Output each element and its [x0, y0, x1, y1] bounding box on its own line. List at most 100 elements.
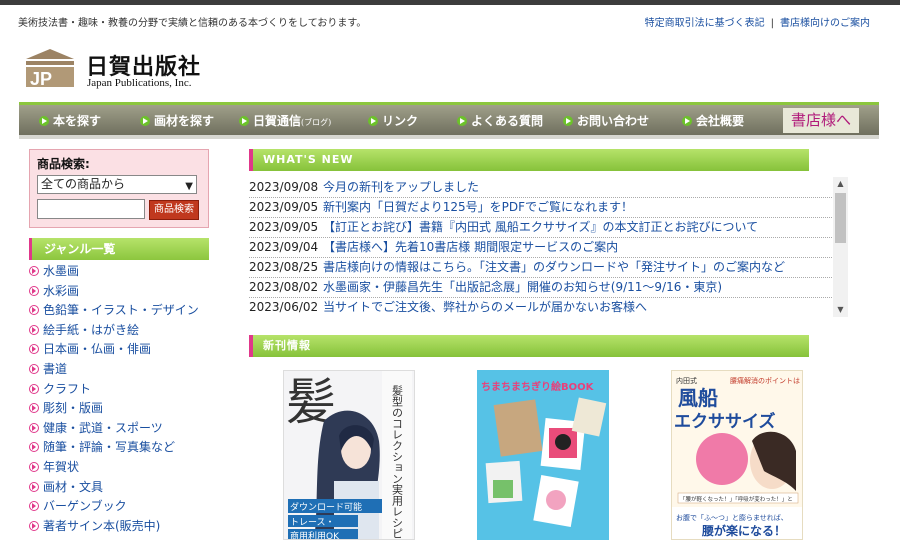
arrow-circle-icon — [29, 520, 39, 531]
book-bottom-line2: 腰が楽になる！ — [701, 523, 786, 538]
book-label: 商用利用OK — [290, 530, 340, 540]
arrow-circle-icon — [29, 285, 39, 296]
arrow-circle-icon — [457, 116, 467, 126]
news-row[interactable]: 2023/06/02 当サイトでご注文後、弊社からのメールが届かないお客様へ — [249, 297, 834, 317]
news-title[interactable]: 新刊案内「日賀だより125号」をPDFでご覧になれます！ — [323, 197, 633, 217]
book-cover-art: ちまちまちぎり絵BOOK — [481, 380, 607, 527]
book-cover-art: 内田式 腰痛解消のポイントは「舌圧」と「腹圧」 風船 エクササイズ 「腰が軽くな… — [672, 376, 803, 539]
arrow-circle-icon — [563, 116, 573, 126]
genre-item-shodo[interactable]: 書道 — [29, 360, 209, 380]
arrow-circle-icon — [29, 403, 39, 414]
news-scrollbar[interactable]: ▲ ▼ — [833, 177, 848, 317]
search-category-select[interactable]: 全ての商品から ▼ — [37, 175, 197, 194]
arrow-circle-icon — [239, 116, 249, 126]
news-date: 2023/09/04 — [249, 240, 319, 254]
chevron-down-icon: ▼ — [185, 181, 193, 192]
book-cover-hair[interactable]: 髪 髪型のコレクション実用レシピ ダウンロード可能 トレース・ 商用利用OK — [283, 370, 415, 540]
arrow-circle-icon — [29, 501, 39, 512]
genre-item-nengajo[interactable]: 年賀状 — [29, 458, 209, 478]
nav-bookstore-button[interactable]: 書店様へ — [783, 108, 859, 133]
arrow-circle-icon — [29, 383, 39, 394]
genre-item-colored-pencil[interactable]: 色鉛筆・イラスト・デザイン — [29, 301, 209, 321]
book-tagline: 腰痛解消のポイントは「舌圧」と「腹圧」 — [730, 376, 803, 385]
nav-contact[interactable]: お問い合わせ — [563, 112, 649, 130]
news-row[interactable]: 2023/09/04 【書店様へ】先着10書店様 期間限定サービスのご案内 — [249, 237, 834, 258]
scroll-thumb[interactable] — [835, 193, 846, 243]
news-title[interactable]: 今月の新刊をアップしました — [323, 177, 479, 197]
nav-blog[interactable]: 日賀通信(ブログ) — [239, 112, 331, 130]
book-quote: 「腰が軽くなった！」「呼吸が変わった！」と — [680, 495, 793, 503]
news-row[interactable]: 2023/09/05 新刊案内「日賀だより125号」をPDFでご覧になれます！ — [249, 197, 834, 218]
site-logo[interactable]: JP 日賀出版社 Japan Publications, Inc. — [22, 47, 242, 93]
nav-shadow — [19, 135, 879, 139]
whats-new-heading: WHAT'S NEW — [249, 149, 809, 171]
search-input[interactable] — [37, 199, 145, 219]
news-title[interactable]: 当サイトでご注文後、弊社からのメールが届かないお客様へ — [323, 297, 647, 317]
news-title[interactable]: 【書店様へ】先着10書店様 期間限定サービスのご案内 — [323, 237, 618, 257]
news-date: 2023/08/02 — [249, 280, 319, 294]
book-title-line2: エクササイズ — [674, 411, 776, 432]
news-title[interactable]: 書店様向けの情報はこちら。「注文書」のダウンロードや「発注サイト」のご案内など — [323, 257, 785, 277]
scroll-down-icon[interactable]: ▼ — [833, 303, 848, 317]
genre-item-suisaiga[interactable]: 水彩画 — [29, 282, 209, 302]
nav-company[interactable]: 会社概要 — [682, 112, 744, 130]
genre-item-supplies[interactable]: 画材・文具 — [29, 478, 209, 498]
arrow-circle-icon — [29, 442, 39, 453]
nav-find-supplies[interactable]: 画材を探す — [140, 112, 214, 130]
book-cover-art: 髪 髪型のコレクション実用レシピ ダウンロード可能 トレース・ 商用利用OK — [286, 371, 412, 540]
genre-item-nihonga[interactable]: 日本画・仏画・俳画 — [29, 340, 209, 360]
link-separator: | — [770, 18, 774, 29]
book-label: トレース・ — [290, 518, 335, 528]
tokusho-link[interactable]: 特定商取引法に基づく表記 — [645, 18, 765, 29]
arrow-circle-icon — [29, 324, 39, 335]
arrow-circle-icon — [29, 481, 39, 492]
arrow-circle-icon — [29, 344, 39, 355]
genre-heading: ジャンル一覧 — [29, 238, 209, 260]
news-title[interactable]: 水墨画家・伊藤昌先生「出版記念展」開催のお知らせ(9/11～9/16・東京) — [323, 277, 722, 297]
news-title[interactable]: 【訂正とお詫び】書籍『内田式 風船エクササイズ』の本文訂正とお詫びについて — [323, 217, 758, 237]
scroll-up-icon[interactable]: ▲ — [833, 177, 848, 191]
nav-find-books[interactable]: 本を探す — [39, 112, 101, 130]
genre-item-etegami[interactable]: 絵手紙・はがき絵 — [29, 321, 209, 341]
arrow-circle-icon — [368, 116, 378, 126]
product-search: 商品検索: 全ての商品から ▼ 商品検索 — [29, 149, 209, 228]
whats-new-list: 2023/09/08 今月の新刊をアップしました 2023/09/05 新刊案内「日… — [249, 177, 849, 317]
news-date: 2023/09/08 — [249, 180, 319, 194]
book-cover-balloon-exercise[interactable]: 内田式 腰痛解消のポイントは「舌圧」と「腹圧」 風船 エクササイズ 「腰が軽くな… — [671, 370, 803, 540]
news-row[interactable]: 2023/08/02 水墨画家・伊藤昌先生「出版記念展」開催のお知らせ(9/11～… — [249, 277, 834, 298]
top-bar — [0, 0, 900, 5]
search-button[interactable]: 商品検索 — [149, 200, 199, 220]
arrow-circle-icon — [682, 116, 692, 126]
nav-faq[interactable]: よくある質問 — [457, 112, 543, 130]
news-date: 2023/09/05 — [249, 220, 319, 234]
news-row[interactable]: 2023/08/25 書店様向けの情報はこちら。「注文書」のダウンロードや「発注サ… — [249, 257, 834, 278]
genre-item-sculpture[interactable]: 彫刻・版画 — [29, 399, 209, 419]
bookstore-guide-link[interactable]: 書店様向けのご案内 — [780, 18, 870, 29]
genre-item-essay[interactable]: 随筆・評論・写真集など — [29, 438, 209, 458]
nav-links[interactable]: リンク — [368, 112, 418, 130]
book-cover-chigirie[interactable]: ちまちまちぎり絵BOOK — [477, 370, 609, 540]
news-date: 2023/09/05 — [249, 200, 319, 214]
news-date: 2023/08/25 — [249, 260, 319, 274]
book-title: ちまちまちぎり絵BOOK — [481, 380, 595, 393]
genre-item-suibokuga[interactable]: 水墨画 — [29, 262, 209, 282]
arrow-circle-icon — [29, 305, 39, 316]
arrow-circle-icon — [29, 363, 39, 374]
logo-mark-icon: JP — [26, 49, 74, 89]
genre-item-health[interactable]: 健康・武道・スポーツ — [29, 419, 209, 439]
news-row[interactable]: 2023/09/08 今月の新刊をアップしました — [249, 177, 834, 198]
news-row[interactable]: 2023/09/05 【訂正とお詫び】書籍『内田式 風船エクササイズ』の本文訂正と… — [249, 217, 834, 238]
main-nav: 本を探す 画材を探す 日賀通信(ブログ) リンク よくある質問 お問い合わせ 会… — [19, 102, 879, 135]
genre-item-signed[interactable]: 著者サイン本(販売中) — [29, 517, 209, 537]
book-series: 内田式 — [676, 376, 697, 385]
news-date: 2023/06/02 — [249, 300, 319, 314]
arrow-circle-icon — [29, 422, 39, 433]
new-books-heading: 新刊情報 — [249, 335, 809, 357]
book-label: ダウンロード可能 — [290, 501, 362, 513]
genre-item-bargain[interactable]: バーゲンブック — [29, 497, 209, 517]
arrow-circle-icon — [29, 461, 39, 472]
search-label: 商品検索: — [37, 157, 90, 171]
genre-item-craft[interactable]: クラフト — [29, 380, 209, 400]
book-bottom-line1: お腹で「ふ～つ」と膨らませれば、 — [676, 513, 788, 522]
book-side-title: 髪型のコレクション実用レシピ — [391, 384, 404, 539]
